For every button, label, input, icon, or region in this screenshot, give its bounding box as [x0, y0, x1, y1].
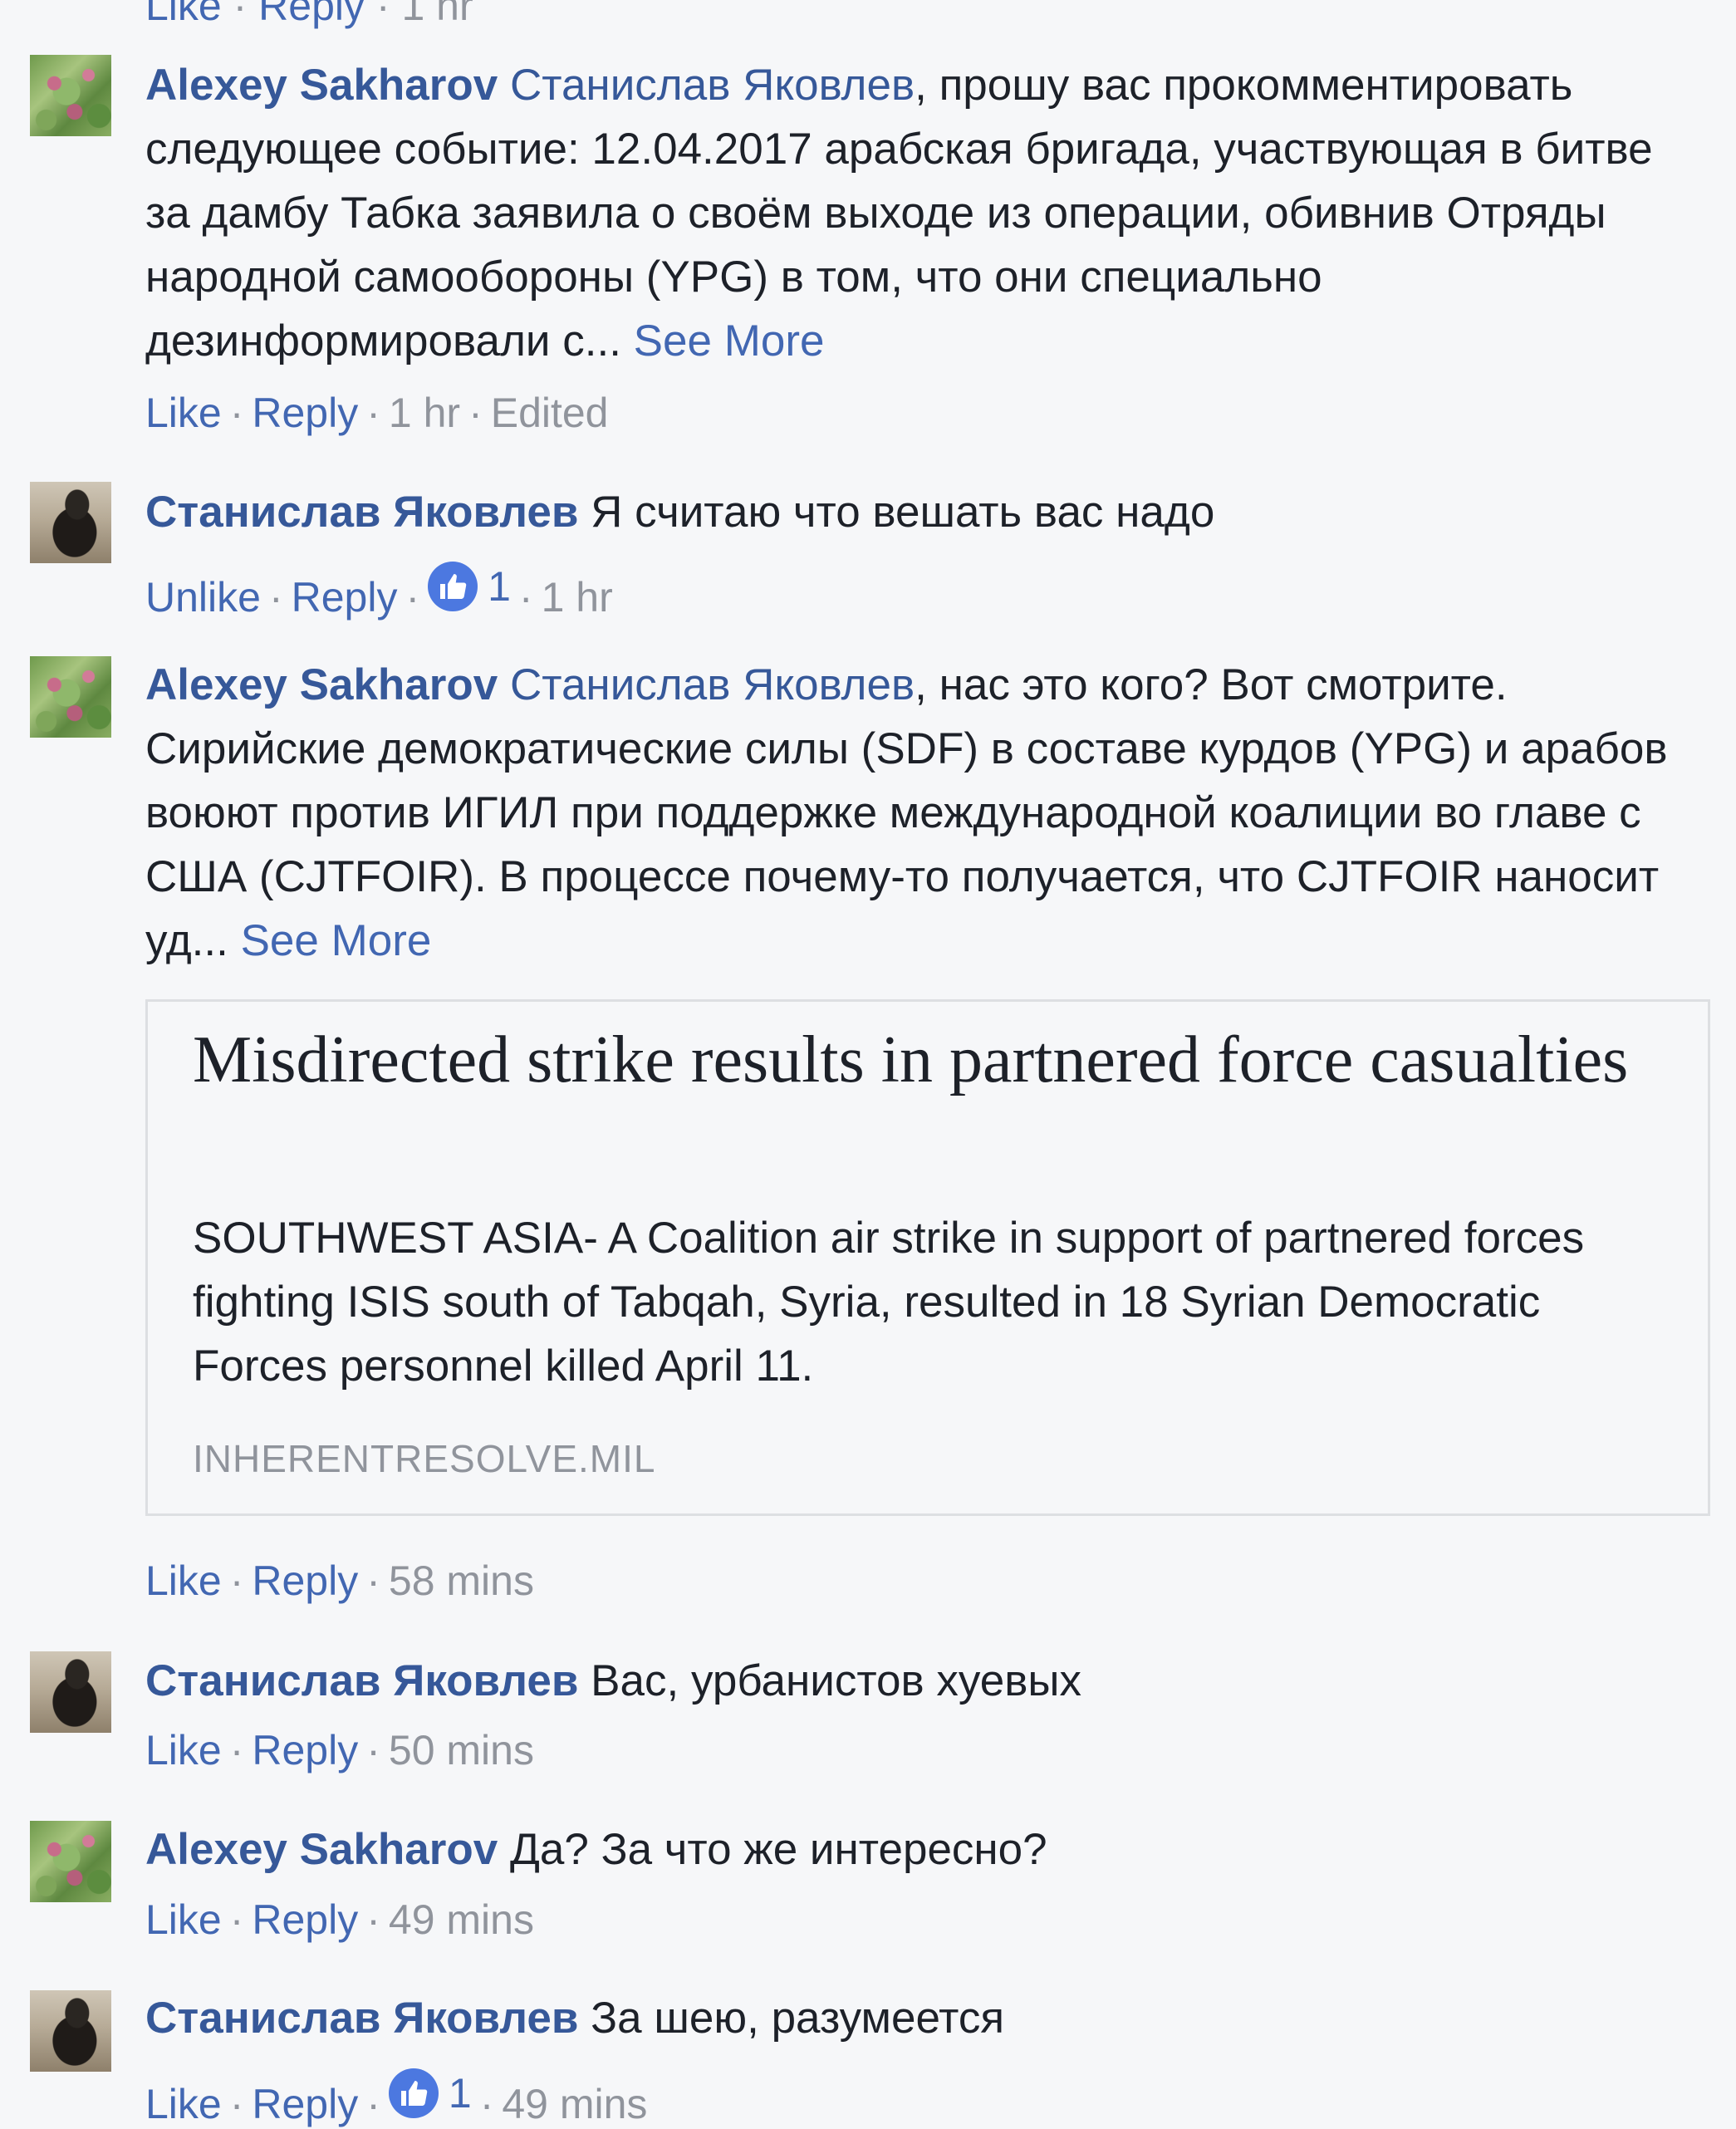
reply-link[interactable]: Reply: [258, 0, 365, 29]
timestamp[interactable]: 1 hr: [542, 574, 613, 621]
edited-label[interactable]: Edited: [491, 390, 609, 436]
reply-link[interactable]: Reply: [252, 1896, 358, 1943]
timestamp[interactable]: 1 hr: [389, 390, 460, 436]
comment-text: Я считаю что вешать вас надо: [591, 488, 1215, 537]
like-link[interactable]: Like: [145, 1727, 222, 1773]
comment-body: Alexey Sakharov Станислав Яковлев, прошу…: [145, 53, 1690, 373]
like-link[interactable]: Like: [145, 1558, 222, 1604]
reply-link[interactable]: Reply: [252, 1727, 358, 1773]
reaction-count[interactable]: 1: [388, 2068, 472, 2118]
reply-link[interactable]: Reply: [252, 2081, 358, 2127]
comment-body: Станислав Яковлев Вас, урбанистов хуевых: [145, 1649, 1690, 1713]
see-more-link[interactable]: See More: [241, 916, 432, 965]
comment-text: Да? За что же интересно?: [510, 1825, 1047, 1874]
thumbs-up-icon: [428, 562, 478, 611]
comment-actions: Unlike · Reply · 1 · 1 hr: [145, 562, 613, 621]
unlike-link[interactable]: Unlike: [145, 574, 261, 621]
timestamp[interactable]: 49 mins: [389, 1896, 534, 1943]
reply-link[interactable]: Reply: [292, 574, 398, 621]
avatar[interactable]: [30, 482, 111, 563]
author-name[interactable]: Станислав Яковлев: [145, 1656, 578, 1705]
avatar[interactable]: [30, 656, 111, 738]
author-name[interactable]: Alexey Sakharov: [145, 61, 498, 110]
author-name[interactable]: Станислав Яковлев: [145, 488, 578, 537]
reply-link[interactable]: Reply: [252, 390, 358, 436]
author-name[interactable]: Станислав Яковлев: [145, 1994, 578, 2043]
avatar[interactable]: [30, 55, 111, 136]
previous-comment-actions: Like · Reply · 1 hr: [145, 0, 473, 27]
comment-actions: Like · Reply · 49 mins: [145, 1896, 534, 1943]
like-count-number: 1: [448, 2070, 472, 2117]
thumbs-up-icon: [388, 2068, 439, 2118]
like-link[interactable]: Like: [145, 0, 222, 29]
comment-body: Станислав Яковлев За шею, разумеется: [145, 1986, 1690, 2050]
author-name[interactable]: Alexey Sakharov: [145, 1825, 498, 1874]
comment-body: Alexey Sakharov Станислав Яковлев, нас э…: [145, 653, 1690, 973]
like-link[interactable]: Like: [145, 2081, 222, 2127]
comment-actions: Like · Reply · 50 mins: [145, 1727, 534, 1773]
mention-link[interactable]: Станислав Яковлев: [510, 61, 915, 110]
mention-link[interactable]: Станислав Яковлев: [510, 660, 915, 709]
like-count-number: 1: [488, 563, 511, 610]
link-title[interactable]: Misdirected strike results in partnered …: [193, 1020, 1655, 1100]
avatar[interactable]: [30, 1651, 111, 1733]
link-description: SOUTHWEST ASIA- A Coalition air strike i…: [193, 1214, 1585, 1391]
comment-text: Вас, урбанистов хуевых: [591, 1656, 1081, 1705]
comment-body: Станислав Яковлев Я считаю что вешать ва…: [145, 480, 1690, 544]
comment-actions: Like · Reply · 1 hr · Edited: [145, 390, 609, 436]
see-more-link[interactable]: See More: [634, 316, 825, 365]
reaction-count[interactable]: 1: [428, 562, 511, 611]
like-link[interactable]: Like: [145, 1896, 222, 1943]
avatar[interactable]: [30, 1990, 111, 2072]
link-domain: INHERENTRESOLVE.MIL: [193, 1437, 656, 1480]
reply-link[interactable]: Reply: [252, 1558, 358, 1604]
link-preview-card[interactable]: Misdirected strike results in partnered …: [145, 999, 1710, 1516]
comment-text: За шею, разумеется: [591, 1994, 1005, 2043]
comment-actions: Like · Reply · 1 · 49 mins: [145, 2068, 648, 2127]
comment-actions: Like · Reply · 58 mins: [145, 1558, 534, 1604]
timestamp[interactable]: 58 mins: [389, 1558, 534, 1604]
like-link[interactable]: Like: [145, 390, 222, 436]
timestamp: 1 hr: [401, 0, 473, 29]
author-name[interactable]: Alexey Sakharov: [145, 660, 498, 709]
timestamp[interactable]: 49 mins: [502, 2081, 647, 2127]
comment-body: Alexey Sakharov Да? За что же интересно?: [145, 1817, 1690, 1881]
avatar[interactable]: [30, 1821, 111, 1902]
timestamp[interactable]: 50 mins: [389, 1727, 534, 1773]
